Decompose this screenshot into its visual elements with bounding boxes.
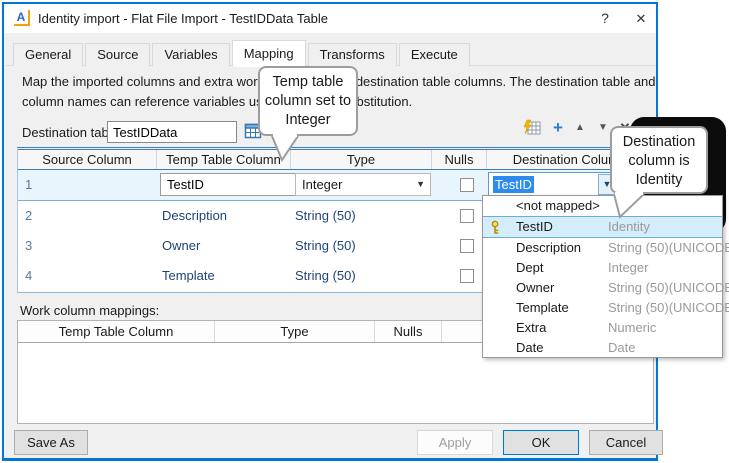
dropdown-item-description[interactable]: Description String (50)(UNICODE) bbox=[483, 238, 722, 258]
dropdown-item-name: Extra bbox=[516, 320, 546, 335]
destination-table-input[interactable] bbox=[107, 121, 237, 143]
dropdown-item-type: Date bbox=[608, 340, 635, 355]
work-mappings-label: Work column mappings: bbox=[20, 303, 159, 318]
type-value: String (50) bbox=[295, 208, 356, 223]
temp-column-input[interactable] bbox=[160, 173, 302, 196]
tab-source[interactable]: Source bbox=[85, 43, 150, 66]
key-icon bbox=[490, 220, 503, 234]
dropdown-item-name: Owner bbox=[516, 280, 554, 295]
dropdown-item-type: Numeric bbox=[608, 320, 656, 335]
nulls-checkbox[interactable] bbox=[460, 239, 474, 253]
temp-column-value: Owner bbox=[162, 238, 200, 253]
header-nulls: Nulls bbox=[431, 150, 486, 169]
dropdown-item-date[interactable]: Date Date bbox=[483, 337, 722, 357]
dropdown-item-name: Dept bbox=[516, 260, 543, 275]
row-number: 2 bbox=[25, 208, 32, 223]
tab-transforms[interactable]: Transforms bbox=[308, 43, 397, 66]
type-dropdown[interactable]: Integer ▼ bbox=[295, 173, 431, 196]
destination-combobox[interactable]: TestID ▼ bbox=[488, 172, 618, 197]
automap-icon[interactable] bbox=[522, 119, 542, 137]
tab-strip: General Source Variables Mapping Transfo… bbox=[13, 41, 472, 66]
cancel-button[interactable]: Cancel bbox=[589, 430, 663, 455]
header-source-column: Source Column bbox=[18, 150, 156, 169]
dropdown-item-type: Identity bbox=[608, 219, 650, 234]
dropdown-item-dept[interactable]: Dept Integer bbox=[483, 258, 722, 278]
callout-temp-table-tail bbox=[266, 134, 302, 162]
dropdown-item-name: Description bbox=[516, 240, 581, 255]
dropdown-item-name: TestID bbox=[516, 219, 553, 234]
titlebar[interactable]: A Identity import - Flat File Import - T… bbox=[4, 4, 656, 33]
column-mapping-header: Source Column Temp Table Column Type Nul… bbox=[18, 149, 653, 170]
app-icon: A bbox=[14, 10, 30, 26]
nulls-checkbox[interactable] bbox=[460, 178, 474, 192]
work-header-nulls: Nulls bbox=[374, 321, 441, 342]
type-value: String (50) bbox=[295, 238, 356, 253]
work-header-type: Type bbox=[214, 321, 374, 342]
dropdown-item-type: String (50)(UNICODE) bbox=[608, 240, 729, 255]
dropdown-item-type: Integer bbox=[608, 260, 648, 275]
header-type: Type bbox=[290, 150, 431, 169]
callout-destination-identity: Destination column is Identity bbox=[610, 126, 708, 194]
destination-dropdown-list: <not mapped> TestID Identity Description… bbox=[482, 195, 723, 358]
add-column-icon[interactable]: + bbox=[548, 119, 568, 137]
temp-column-value: Template bbox=[162, 268, 215, 283]
table-top-rule bbox=[17, 147, 654, 148]
nulls-checkbox[interactable] bbox=[460, 209, 474, 223]
tab-mapping[interactable]: Mapping bbox=[232, 40, 306, 67]
dropdown-item-not-mapped[interactable]: <not mapped> bbox=[483, 196, 722, 216]
dropdown-item-type: String (50)(UNICODE) bbox=[608, 280, 729, 295]
dropdown-item-owner[interactable]: Owner String (50)(UNICODE) bbox=[483, 278, 722, 298]
destination-table-label: Destination table bbox=[22, 125, 119, 140]
window-title: Identity import - Flat File Import - Tes… bbox=[38, 11, 328, 26]
dropdown-item-name: Date bbox=[516, 340, 543, 355]
tab-variables[interactable]: Variables bbox=[152, 43, 229, 66]
destination-combobox-value: TestID bbox=[493, 176, 534, 193]
row-number: 3 bbox=[25, 238, 32, 253]
page: A Identity import - Flat File Import - T… bbox=[0, 0, 729, 463]
dropdown-item-testid[interactable]: TestID Identity bbox=[483, 216, 722, 238]
tab-execute[interactable]: Execute bbox=[399, 43, 470, 66]
type-value: String (50) bbox=[295, 268, 356, 283]
apply-button: Apply bbox=[417, 430, 493, 455]
row-number: 1 bbox=[25, 177, 32, 192]
tab-general[interactable]: General bbox=[13, 43, 83, 66]
help-button[interactable]: ? bbox=[592, 8, 618, 29]
row-number: 4 bbox=[25, 268, 32, 283]
callout-temp-table: Temp table column set to Integer bbox=[258, 66, 358, 136]
dropdown-item-name: Template bbox=[516, 300, 569, 315]
save-as-button[interactable]: Save As bbox=[14, 430, 88, 455]
close-button[interactable]: ✕ bbox=[628, 8, 654, 29]
dropdown-item-name: <not mapped> bbox=[516, 198, 600, 213]
dropdown-item-template[interactable]: Template String (50)(UNICODE) bbox=[483, 297, 722, 317]
ok-button[interactable]: OK bbox=[503, 430, 579, 455]
chevron-down-icon: ▼ bbox=[416, 174, 425, 195]
move-up-icon[interactable]: ▲ bbox=[570, 119, 590, 137]
nulls-checkbox[interactable] bbox=[460, 269, 474, 283]
dropdown-item-type: String (50)(UNICODE) bbox=[608, 300, 729, 315]
callout-destination-identity-tail bbox=[610, 192, 650, 220]
dropdown-item-extra[interactable]: Extra Numeric bbox=[483, 317, 722, 337]
type-dropdown-value: Integer bbox=[302, 177, 342, 192]
work-header-temp-table-column: Temp Table Column bbox=[18, 321, 214, 342]
temp-column-value: Description bbox=[162, 208, 227, 223]
